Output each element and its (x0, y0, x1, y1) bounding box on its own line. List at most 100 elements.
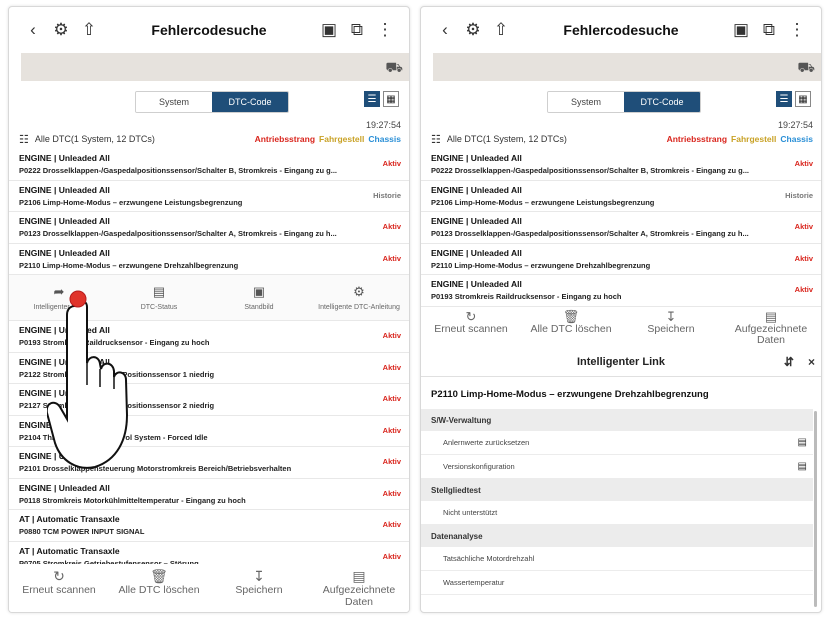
dtc-system: ENGINE | Unleaded All (19, 482, 110, 493)
scrollbar[interactable] (814, 411, 817, 607)
intelligent-link-title: Intelligenter Link (576, 355, 665, 368)
page-title: Fehlercodesuche (563, 22, 679, 38)
dtc-row[interactable]: ENGINE | Unleaded All P0193 Stromkreis Ra… (421, 275, 821, 307)
download-button[interactable]: ↧ Speichern (209, 564, 309, 612)
tag-chassis[interactable]: Chassis (368, 134, 401, 144)
dtc-status: Historie (785, 190, 813, 200)
dtc-status: Aktiv (382, 457, 401, 466)
dtc-row[interactable]: ENGINE | Unleaded All P0222 Drosselklappe… (9, 149, 409, 181)
dtc-status: Aktiv (382, 331, 401, 340)
intelligent-link-header: Intelligenter Link ⇵ × (421, 347, 821, 377)
recorded-data-icon: ▤ (352, 568, 366, 584)
expand-icon[interactable]: ⇵ (784, 355, 794, 369)
refresh-button[interactable]: ↻ Erneut scannen (421, 309, 521, 351)
tab-dtc-code[interactable]: DTC-Code (624, 92, 700, 112)
action-label: Standbild (244, 304, 274, 311)
tab-dtc-code[interactable]: DTC-Code (212, 92, 288, 112)
battery-icon[interactable]: ▣ (315, 16, 343, 44)
link-item[interactable]: Wassertemperatur (421, 571, 813, 595)
dtc-row[interactable]: ENGINE | Unleaded All P2106 Limp-Home-Mod… (9, 181, 409, 212)
battery-icon[interactable]: ▣ (727, 16, 755, 44)
tag-chassis[interactable]: Chassis (780, 134, 813, 144)
list-view-icon[interactable]: ☰ (364, 91, 380, 107)
dtc-row[interactable]: ENGINE | Unleaded All P0222 Drosselklappe… (421, 149, 821, 181)
document-icon[interactable]: ▤ (798, 437, 807, 448)
link-item-label: Versionskonfiguration (443, 462, 515, 471)
dtc-description: P0193 Stromkreis Raildrucksensor - Einga… (431, 292, 622, 301)
recorded-data-icon: ▤ (764, 309, 778, 324)
document-icon[interactable]: ▤ (798, 461, 807, 472)
left-phone-screen: ‹ ⚙ ⇧ Fehlercodesuche ▣ ⧉ ⋮ ⛟ System DTC… (8, 6, 410, 613)
header-actions: ⇵ × (784, 355, 815, 369)
dtc-system: AT | Automatic Transaxle (19, 514, 120, 524)
screenshot-icon[interactable]: ⧉ (755, 16, 783, 44)
vci-icon[interactable]: ⚙ (47, 16, 75, 44)
action-gear[interactable]: ⚙ Intelligente DTC-Anleitung (309, 275, 409, 320)
dtc-status: Aktiv (382, 425, 401, 435)
tag-fahrgestell[interactable]: Fahrgestell (319, 134, 364, 144)
upload-icon[interactable]: ⇧ (487, 16, 515, 44)
refresh-icon: ↻ (465, 309, 477, 324)
screenshot-icon[interactable]: ⧉ (343, 16, 371, 44)
chevron-left-icon[interactable]: ‹ (19, 16, 47, 44)
tag-antriebsstrang[interactable]: Antriebsstrang (255, 134, 315, 144)
button-label: Erneut scannen (434, 323, 508, 335)
tag-fahrgestell[interactable]: Fahrgestell (731, 134, 776, 144)
car-icon: ⛟ (385, 59, 403, 75)
dtc-system: ENGINE | Unleaded All (19, 153, 110, 163)
link-item[interactable]: Versionskonfiguration ▤ (421, 455, 813, 479)
dtc-row[interactable]: ENGINE | Unleaded All P2106 Limp-Home-Mod… (421, 181, 821, 212)
button-label: Speichern (235, 584, 283, 596)
dtc-row[interactable]: ENGINE | Unleaded All P0123 Drosselklappe… (421, 212, 821, 244)
action-freeze-frame[interactable]: ▣ Standbild (209, 275, 309, 320)
tab-system[interactable]: System (136, 92, 212, 112)
upload-icon[interactable]: ⇧ (75, 16, 103, 44)
close-icon[interactable]: × (808, 355, 815, 369)
grid-view-icon[interactable]: ▦ (383, 91, 399, 107)
bottom-bar: ↻ Erneut scannen 🗑 Alle DTC löschen ↧ Speiche… (9, 564, 409, 612)
dtc-system: ENGINE | Unleaded All (19, 184, 110, 195)
gear-icon: ⚙ (353, 284, 365, 299)
dtc-description: P0222 Drosselklappen-/Gaspedalpositionss… (19, 166, 338, 175)
more-icon[interactable]: ⋮ (783, 16, 811, 44)
list-view-icon[interactable]: ☰ (776, 91, 792, 107)
freeze-frame-icon: ▣ (252, 284, 266, 299)
dtc-system: ENGINE | Unleaded All (431, 216, 522, 226)
dtc-description: P2106 Limp-Home-Modus – erzwungene Leist… (431, 197, 655, 207)
dtc-system: ENGINE | Unleaded All (19, 247, 110, 258)
dtc-status: Historie (373, 190, 401, 200)
action-label: DTC-Status (140, 304, 178, 311)
link-item[interactable]: Nicht unterstützt (421, 501, 813, 525)
trash-icon: 🗑 (150, 568, 168, 584)
dtc-row[interactable]: AT | Automatic Transaxle P0880 TCM POWER … (9, 510, 409, 542)
trash-button[interactable]: 🗑 Alle DTC löschen (109, 564, 209, 612)
grid-view-icon[interactable]: ▦ (795, 91, 811, 107)
refresh-button[interactable]: ↻ Erneut scannen (9, 564, 109, 612)
recorded-data-button[interactable]: ▤ Aufgezeichnete Daten (309, 564, 409, 612)
vci-icon[interactable]: ⚙ (459, 16, 487, 44)
dtc-row[interactable]: ENGINE | Unleaded All P2110 Limp-Home-Mod… (9, 244, 409, 275)
dtc-list: ENGINE | Unleaded All P0222 Drosselklappe… (421, 149, 821, 307)
recorded-data-button[interactable]: ▤ Aufgezeichnete Daten (721, 309, 821, 351)
vehicle-info-strip: ⛟ (433, 53, 821, 81)
dtc-row[interactable]: ENGINE | Unleaded All P2110 Limp-Home-Mod… (421, 244, 821, 275)
tag-antriebsstrang[interactable]: Antriebsstrang (667, 134, 727, 144)
tab-system[interactable]: System (548, 92, 624, 112)
chevron-left-icon[interactable]: ‹ (431, 16, 459, 44)
link-item[interactable]: Tatsächliche Motordrehzahl (421, 547, 813, 571)
more-icon[interactable]: ⋮ (371, 16, 399, 44)
intelligent-link-dtc-title: P2110 Limp-Home-Modus – erzwungene Drehz… (431, 389, 709, 400)
button-label: Alle DTC löschen (118, 584, 200, 596)
link-item[interactable]: Anlernwerte zurücksetzen ▤ (421, 431, 813, 455)
car-icon: ⛟ (797, 59, 815, 75)
dtc-row[interactable]: ENGINE | Unleaded All P0118 Stromkreis Mo… (9, 479, 409, 510)
dtc-status: Aktiv (794, 285, 813, 294)
vehicle-info-strip: ⛟ (21, 53, 409, 81)
link-item-label: Tatsächliche Motordrehzahl (443, 554, 535, 563)
download-button[interactable]: ↧ Speichern (621, 310, 721, 351)
filter-icon[interactable]: ☷ (19, 133, 29, 146)
filter-icon[interactable]: ☷ (431, 133, 441, 146)
dtc-row[interactable]: ENGINE | Unleaded All P0123 Drosselklappe… (9, 212, 409, 244)
trash-button[interactable]: 🗑 Alle DTC löschen (521, 310, 621, 351)
dtc-system: ENGINE | Unleaded All (431, 247, 522, 258)
